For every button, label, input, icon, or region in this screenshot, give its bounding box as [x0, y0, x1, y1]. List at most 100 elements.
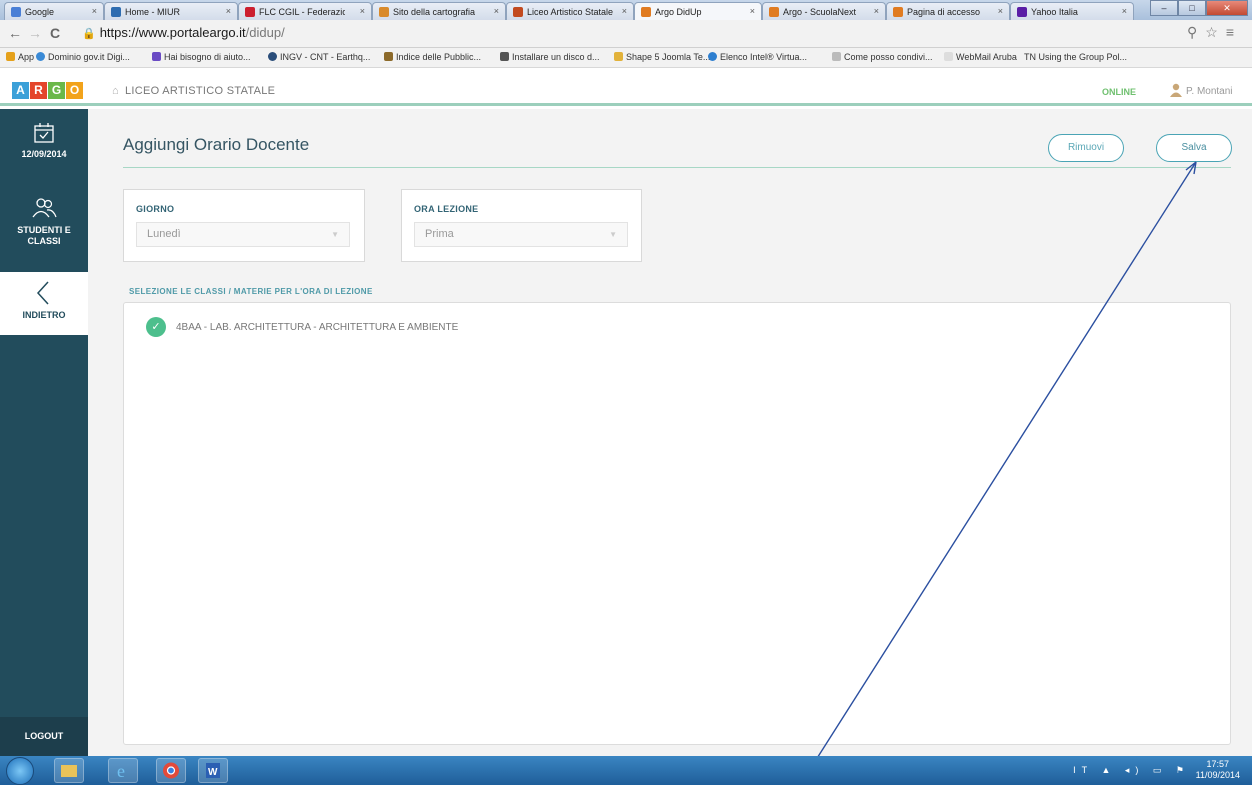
- browser-tab[interactable]: Yahoo Italia ×: [1010, 2, 1134, 20]
- sidebar-item-back[interactable]: INDIETRO: [0, 272, 88, 335]
- bookmark-item[interactable]: Installare un disco d...: [500, 52, 600, 62]
- ipa-icon: [384, 52, 393, 61]
- school-label: LICEO ARTISTICO STATALE: [124, 85, 276, 97]
- bookmark-item[interactable]: Indice delle Pubblic...: [384, 52, 481, 62]
- svg-text:e: e: [117, 761, 125, 781]
- folder-icon: [61, 765, 77, 777]
- browser-tab[interactable]: Sito della cartografia ×: [372, 2, 506, 20]
- day-select[interactable]: Lunedì ▼: [136, 222, 350, 247]
- bookmark-item[interactable]: Elenco Intel® Virtua...: [708, 52, 807, 62]
- browser-tab[interactable]: Pagina di accesso ×: [886, 2, 1010, 20]
- word-icon: W: [206, 763, 220, 778]
- close-icon[interactable]: ×: [360, 6, 365, 16]
- hour-value: Prima: [425, 228, 454, 240]
- browser-tab-label: Argo - ScuolaNext: [783, 6, 857, 17]
- start-button[interactable]: [6, 757, 34, 785]
- logo-letter: A: [12, 82, 29, 99]
- save-button[interactable]: Salva: [1156, 134, 1232, 162]
- sidebar-item-date[interactable]: 12/09/2014: [0, 121, 88, 159]
- title-divider: [123, 167, 1231, 168]
- close-icon[interactable]: ×: [1122, 6, 1127, 16]
- sidebar-item-students[interactable]: STUDENTI E CLASSI: [0, 195, 88, 247]
- browser-tab[interactable]: Home - MIUR ×: [104, 2, 238, 20]
- explorer-taskbar-button[interactable]: [54, 758, 84, 783]
- yahoo-favicon-icon: [1017, 6, 1027, 17]
- close-icon[interactable]: ×: [226, 6, 231, 16]
- day-value: Lunedì: [147, 228, 181, 240]
- clock[interactable]: 17:57 11/09/2014: [1196, 759, 1240, 781]
- close-icon[interactable]: ×: [750, 6, 755, 16]
- bookmarks-bar: App Dominio gov.it Digi... Hai bisogno d…: [0, 48, 1252, 68]
- argo-favicon-icon: [893, 6, 903, 17]
- user-menu[interactable]: P. Montani: [1170, 83, 1233, 97]
- bookmark-item[interactable]: TN Using the Group Pol...: [1024, 52, 1127, 62]
- url-field[interactable]: 🔒 https://www.portaleargo.it/didup/: [82, 25, 285, 40]
- minimize-button[interactable]: –: [1150, 0, 1178, 16]
- disk-icon: [500, 52, 509, 61]
- bookmark-item[interactable]: Shape 5 Joomla Te...: [614, 52, 710, 62]
- class-list-panel: ✓ 4BAA - LAB. ARCHITETTURA - ARCHITETTUR…: [123, 302, 1231, 745]
- word-taskbar-button[interactable]: W: [198, 758, 228, 783]
- bookmark-label: App: [18, 52, 35, 62]
- sidebar-back-label: INDIETRO: [22, 310, 66, 320]
- close-icon[interactable]: ×: [874, 6, 879, 16]
- hour-field: ORA LEZIONE Prima ▼: [401, 189, 642, 262]
- bookmark-item[interactable]: INGV - CNT - Earthq...: [268, 52, 370, 62]
- logout-button[interactable]: LOGOUT: [0, 717, 88, 756]
- close-icon[interactable]: ×: [92, 6, 97, 16]
- check-icon[interactable]: ✓: [146, 317, 166, 337]
- argo-logo[interactable]: A R G O: [12, 82, 84, 99]
- remove-button[interactable]: Rimuovi: [1048, 134, 1124, 162]
- close-icon[interactable]: ×: [998, 6, 1003, 16]
- bookmark-label: Indice delle Pubblic...: [396, 52, 482, 62]
- ie-taskbar-button[interactable]: e: [108, 758, 138, 783]
- system-tray[interactable]: IT ▲ ◂) ▭ ⚑: [1073, 765, 1190, 776]
- browser-tab-label: FLC CGIL - Federazio: [259, 6, 345, 17]
- svg-text:W: W: [208, 767, 218, 778]
- close-icon[interactable]: ×: [622, 6, 627, 16]
- list-item[interactable]: ✓ 4BAA - LAB. ARCHITETTURA - ARCHITETTUR…: [146, 317, 458, 337]
- clock-date: 11/09/2014: [1195, 770, 1240, 780]
- bookmark-label: Shape 5 Joomla Te...: [626, 52, 711, 62]
- chevron-left-icon: [36, 281, 49, 305]
- browser-tab[interactable]: Google ×: [4, 2, 104, 20]
- browser-tab-label: Sito della cartografia: [393, 6, 476, 17]
- globe-icon: [36, 52, 45, 61]
- chrome-icon: [163, 762, 179, 779]
- browser-tab-active[interactable]: Argo DidUp ×: [634, 2, 762, 20]
- miur-favicon-icon: [111, 6, 121, 17]
- sidebar-students-label: STUDENTI E CLASSI: [17, 225, 71, 246]
- browser-tab[interactable]: Argo - ScuolaNext ×: [762, 2, 886, 20]
- back-arrow-icon[interactable]: ←: [8, 25, 22, 41]
- help-icon: [152, 52, 161, 61]
- bookmark-item[interactable]: WebMail Aruba: [944, 52, 1017, 62]
- argo-favicon-icon: [641, 6, 651, 17]
- browser-tabstrip: Google × Home - MIUR × FLC CGIL - Federazi…: [0, 0, 1252, 20]
- reload-icon[interactable]: C: [50, 25, 60, 41]
- browser-toolbar-icons[interactable]: ⚲☆≡: [1187, 24, 1242, 41]
- forward-arrow-icon[interactable]: →: [28, 25, 42, 41]
- bookmark-item[interactable]: Come posso condivi...: [832, 52, 933, 62]
- bookmark-item[interactable]: Dominio gov.it Digi...: [36, 52, 130, 62]
- maximize-button[interactable]: □: [1178, 0, 1206, 16]
- address-bar: ← → C 🔒 https://www.portaleargo.it/didup/…: [0, 20, 1252, 48]
- hour-select[interactable]: Prima ▼: [414, 222, 628, 247]
- browser-tab[interactable]: Liceo Artistico Statale ×: [506, 2, 634, 20]
- flc-favicon-icon: [245, 6, 255, 17]
- home-icon[interactable]: ⌂: [112, 85, 119, 97]
- bookmark-apps[interactable]: App: [6, 52, 34, 62]
- browser-tab[interactable]: FLC CGIL - Federazio ×: [238, 2, 372, 20]
- bookmark-item[interactable]: Hai bisogno di aiuto...: [152, 52, 251, 62]
- chevron-down-icon: ▼: [331, 230, 339, 239]
- calendar-icon: [34, 123, 54, 143]
- page-title: Aggiungi Orario Docente: [123, 135, 310, 154]
- sidebar-date-label: 12/09/2014: [21, 149, 67, 159]
- close-icon[interactable]: ×: [494, 6, 499, 16]
- bookmark-label: Installare un disco d...: [512, 52, 600, 62]
- bookmark-label: Using the Group Pol...: [1038, 52, 1128, 62]
- sidebar: 12/09/2014 STUDENTI E CLASSI INDIETRO LO…: [0, 109, 88, 756]
- app-header: A R G O ⌂ LICEO ARTISTICO STATALE ONLINE …: [0, 78, 1252, 106]
- close-window-button[interactable]: ✕: [1206, 0, 1248, 16]
- chrome-taskbar-button[interactable]: [156, 758, 186, 783]
- hour-label: ORA LEZIONE: [414, 204, 479, 214]
